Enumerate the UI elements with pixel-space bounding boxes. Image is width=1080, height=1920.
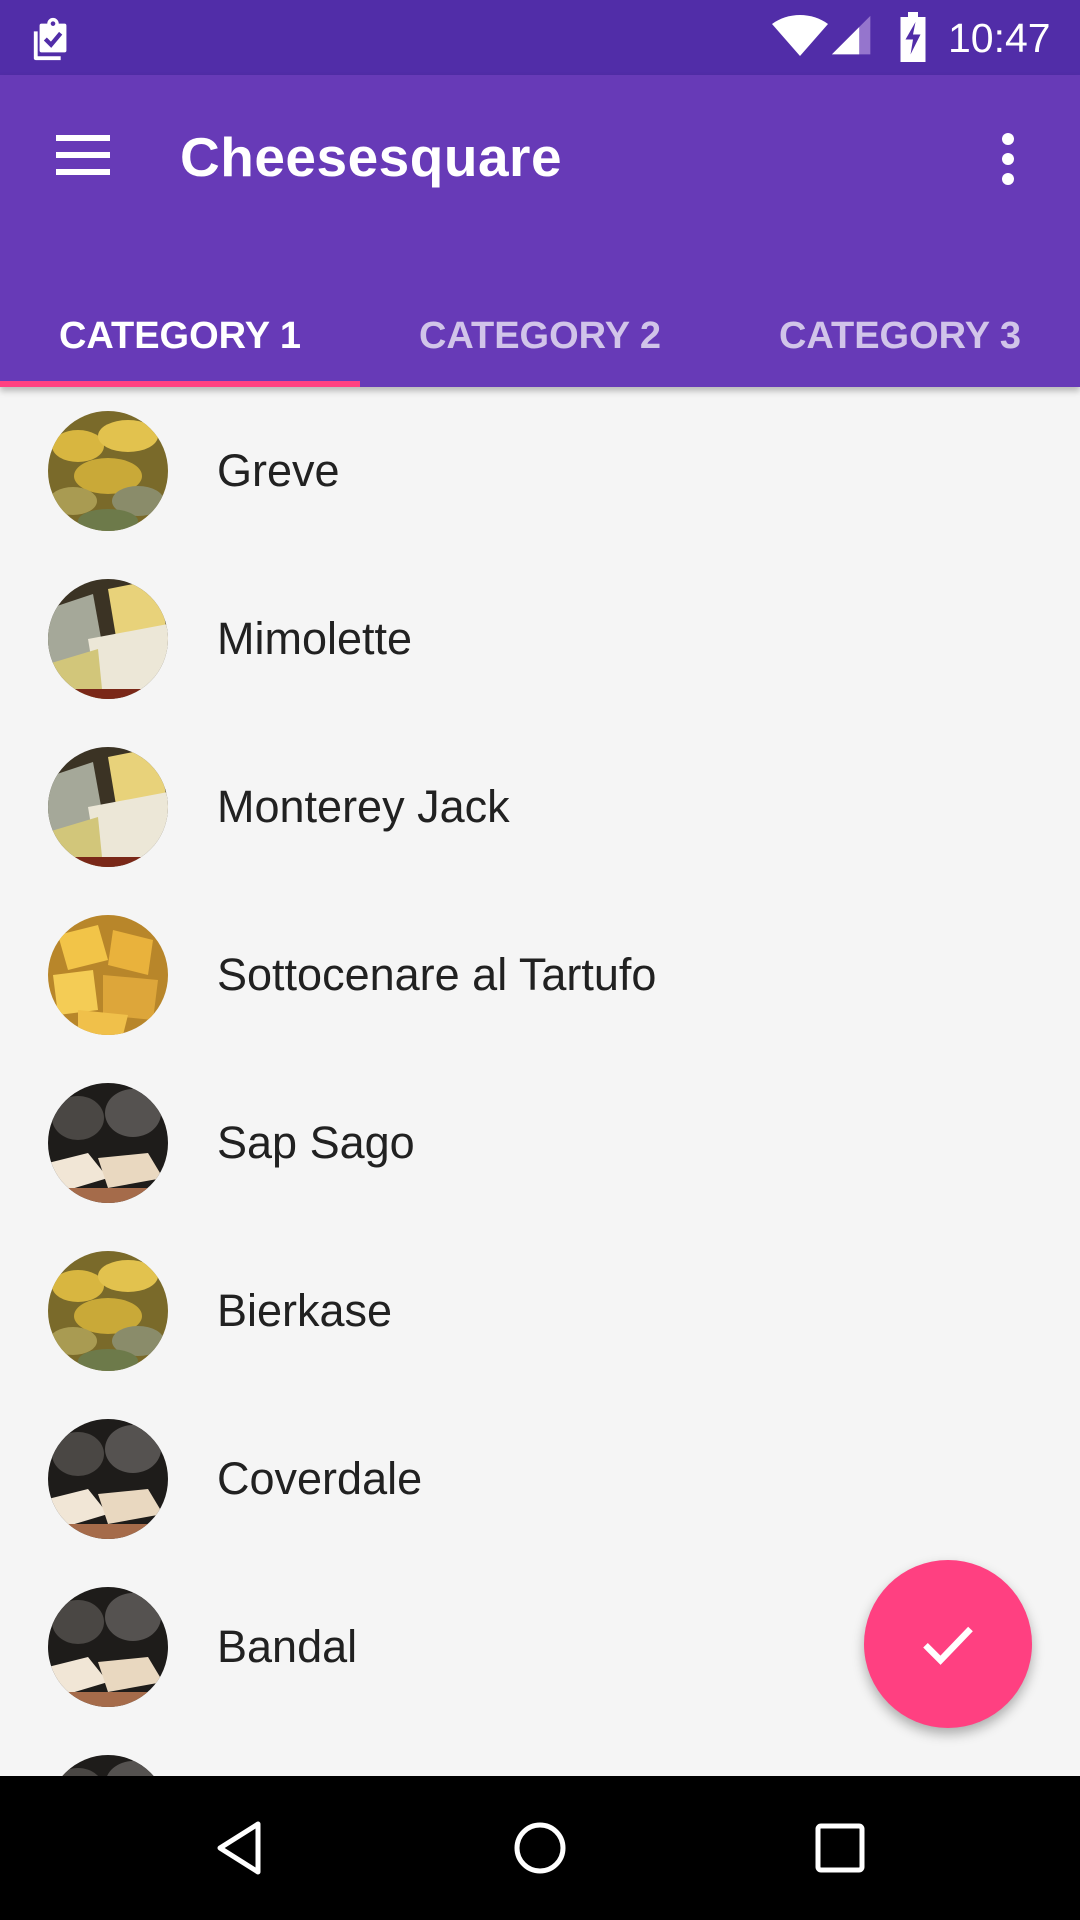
battery-charging-icon xyxy=(900,12,926,62)
list-item[interactable]: Coverdale xyxy=(0,1395,1080,1563)
cheese-avatar xyxy=(48,579,168,699)
tab-bar: CATEGORY 1 CATEGORY 2 CATEGORY 3 xyxy=(0,285,1080,387)
list-item-label: Bierkase xyxy=(217,1285,393,1336)
cheese-avatar xyxy=(48,1755,168,1776)
app-bar: Cheesesquare CATEGORY 1 CATEGORY 2 CATEG… xyxy=(0,75,1080,387)
recents-icon[interactable] xyxy=(810,1818,870,1878)
hamburger-menu-icon[interactable] xyxy=(54,130,114,180)
list-item[interactable]: Bierkase xyxy=(0,1227,1080,1395)
fab-button[interactable] xyxy=(864,1560,1032,1728)
list-item[interactable]: Sottocenare al Tartufo xyxy=(0,891,1080,1059)
tab-category-2[interactable]: CATEGORY 2 xyxy=(360,285,720,387)
cheese-avatar xyxy=(48,411,168,531)
cheese-avatar xyxy=(48,747,168,867)
cell-signal-icon xyxy=(831,15,871,55)
app-title: Cheesesquare xyxy=(180,126,563,188)
list-item-label: Bandal xyxy=(217,1621,358,1672)
more-vert-icon[interactable] xyxy=(995,131,1021,187)
list-item-label: Monterey Jack xyxy=(217,781,510,832)
cheese-avatar xyxy=(48,1083,168,1203)
cheese-avatar xyxy=(48,1251,168,1371)
list-item-label: Greve xyxy=(217,445,340,496)
list-item[interactable]: Greve xyxy=(0,387,1080,555)
check-icon xyxy=(923,1626,973,1665)
list-item[interactable]: Sap Sago xyxy=(0,1059,1080,1227)
list-item-label: Coverdale xyxy=(217,1453,423,1504)
tab-category-3[interactable]: CATEGORY 3 xyxy=(720,285,1080,387)
list-item-label: Sottocenare al Tartufo xyxy=(217,949,657,1000)
cheese-avatar xyxy=(48,915,168,1035)
cheese-avatar xyxy=(48,1419,168,1539)
cheese-avatar xyxy=(48,1587,168,1707)
system-nav-bar xyxy=(0,1776,1080,1920)
home-icon[interactable] xyxy=(510,1818,570,1878)
back-icon[interactable] xyxy=(210,1818,270,1878)
status-clock: 10:47 xyxy=(948,15,1051,61)
list-item[interactable]: Monterey Jack xyxy=(0,723,1080,891)
list-item-label: Sap Sago xyxy=(217,1117,415,1168)
status-bar: 10:47 xyxy=(0,0,1080,75)
list-item-label: Mimolette xyxy=(217,613,413,664)
list-item-partial[interactable] xyxy=(0,1731,1080,1776)
tab-category-1[interactable]: CATEGORY 1 xyxy=(0,285,360,387)
clipboard-check-icon xyxy=(33,17,67,61)
list-item[interactable]: Mimolette xyxy=(0,555,1080,723)
wifi-icon xyxy=(772,15,828,56)
